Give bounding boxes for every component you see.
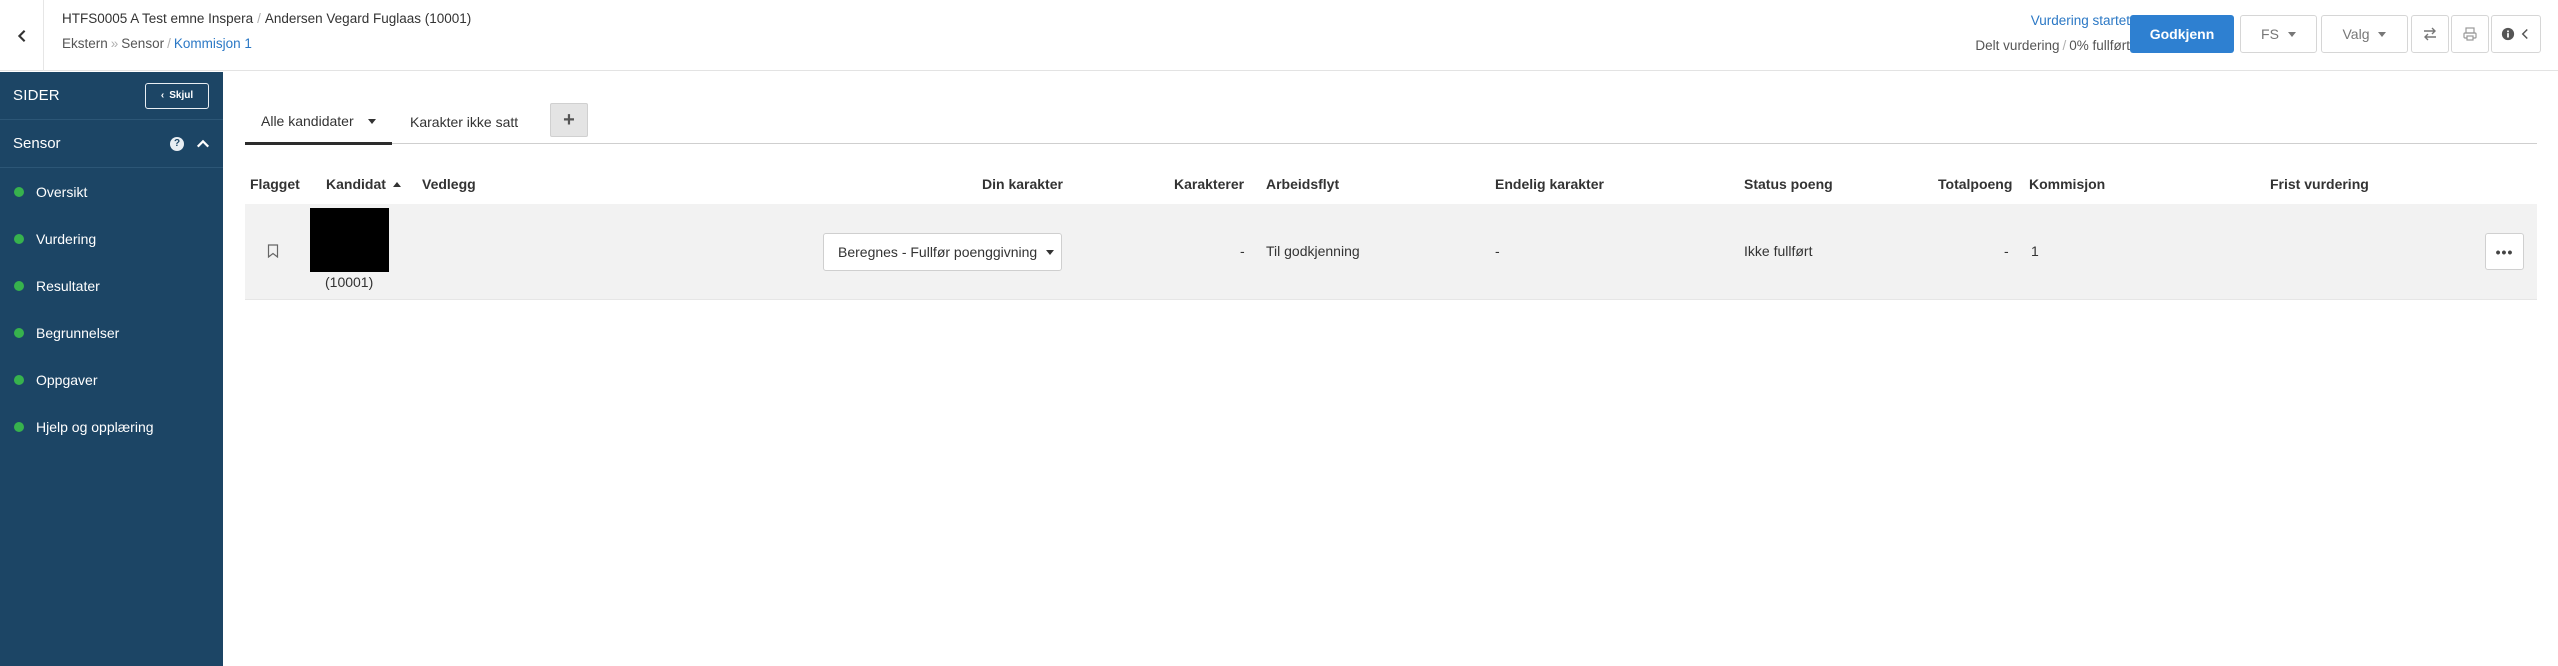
course-title: HTFS0005 A Test emne Inspera <box>62 11 254 26</box>
status-dot-icon <box>14 374 24 385</box>
candidate-name: Andersen Vegard Fuglaas (10001) <box>264 11 472 26</box>
candidate-id: (10001) <box>325 274 374 290</box>
sidebar-item-oppgaver[interactable]: Oppgaver <box>0 356 223 403</box>
sidebar-item-oversikt[interactable]: Oversikt <box>0 168 223 215</box>
progress-label: 0% fullført <box>2069 38 2130 53</box>
print-button[interactable] <box>2451 15 2489 53</box>
status-block: Vurdering startet Delt vurdering/0% full… <box>1975 13 2130 53</box>
breadcrumb-link[interactable]: Kommisjon 1 <box>174 36 252 51</box>
add-tab-button[interactable]: + <box>550 103 588 137</box>
section-title: Sensor <box>13 135 61 152</box>
chevron-left-icon <box>17 29 25 42</box>
caret-down-icon <box>1046 249 1055 255</box>
table-header: Flagget Kandidat Vedlegg Din karakter Ka… <box>245 164 2537 204</box>
tab-label: Alle kandidater <box>261 113 354 129</box>
table-row[interactable]: (10001) Beregnes - Fullfør poenggivning … <box>245 204 2537 300</box>
print-icon <box>2463 27 2477 41</box>
column-header-sorted[interactable]: Kandidat <box>326 164 401 204</box>
tab-label: Karakter ikke satt <box>410 114 519 130</box>
score-status-cell: Ikke fullført <box>1744 243 1813 259</box>
sidebar-item-resultater[interactable]: Resultater <box>0 262 223 309</box>
top-bar: HTFS0005 A Test emne Inspera / Andersen Ve… <box>0 0 2558 71</box>
final-grade-cell: - <box>1495 243 1500 259</box>
column-header[interactable]: Vedlegg <box>422 164 476 204</box>
title-line: HTFS0005 A Test emne Inspera / Andersen Ve… <box>62 11 472 26</box>
sidebar-item-label: Vurdering <box>36 230 97 247</box>
breadcrumb: Ekstern» Sensor / Kommisjon 1 <box>62 36 252 51</box>
tab-all-candidates[interactable]: Alle kandidater <box>245 100 392 145</box>
sidebar-item-label: Oversikt <box>36 183 88 200</box>
chevron-left-icon <box>2521 28 2528 40</box>
tab-bar: Alle kandidater Karakter ikke satt + <box>245 100 2537 145</box>
column-label: Kandidat <box>326 176 386 192</box>
shared-label: Delt vurdering <box>1975 38 2060 53</box>
column-header[interactable]: Flagget <box>250 164 300 204</box>
sidebar-title: SIDER <box>13 87 60 104</box>
status-dot-icon <box>14 280 24 291</box>
column-header[interactable]: Endelig karakter <box>1495 164 1604 204</box>
status-dot-icon <box>14 421 24 432</box>
sidebar-item-label: Oppgaver <box>36 371 98 388</box>
total-points-cell: - <box>2004 243 2009 259</box>
hide-sidebar-button[interactable]: ‹ Skjul <box>145 82 209 109</box>
column-header[interactable]: Din karakter <box>982 164 1063 204</box>
caret-down-icon <box>2378 31 2387 37</box>
column-header[interactable]: Karakterer <box>1174 164 1244 204</box>
sidebar-item-hjelp[interactable]: Hjelp og opplæring <box>0 403 223 450</box>
caret-down-icon[interactable] <box>367 118 376 124</box>
column-header[interactable]: Totalpoeng <box>1938 164 2012 204</box>
swap-icon <box>2424 27 2436 41</box>
status-dot-icon <box>14 327 24 338</box>
approve-button[interactable]: Godkjenn <box>2130 15 2234 53</box>
progress-status: Delt vurdering/0% fullført <box>1975 38 2130 53</box>
choose-dropdown[interactable]: Valg <box>2321 15 2408 53</box>
candidate-photo <box>310 208 389 272</box>
status-dot-icon <box>14 186 24 197</box>
commission-cell: 1 <box>2031 243 2039 259</box>
fs-label: FS <box>2261 26 2279 42</box>
sidebar-section-sensor[interactable]: Sensor ? <box>0 120 223 168</box>
status-link[interactable]: Vurdering startet <box>1975 13 2130 28</box>
chevron-left-icon: ‹ <box>160 90 165 101</box>
sidebar-item-vurdering[interactable]: Vurdering <box>0 215 223 262</box>
breadcrumb-item: Sensor <box>121 36 165 51</box>
workflow-cell: Til godkjenning <box>1266 243 1360 259</box>
sidebar-item-begrunnelser[interactable]: Begrunnelser <box>0 309 223 356</box>
sidebar-item-label: Resultater <box>36 277 100 294</box>
grade-dropdown[interactable]: Beregnes - Fullfør poenggivning <box>823 233 1062 271</box>
back-button[interactable] <box>0 0 44 71</box>
choose-label: Valg <box>2342 26 2370 42</box>
tab-grade-not-set[interactable]: Karakter ikke satt <box>394 100 534 144</box>
column-header[interactable]: Kommisjon <box>2029 164 2105 204</box>
grade-dropdown-value: Beregnes - Fullfør poenggivning <box>838 244 1038 260</box>
sidebar-header: SIDER ‹ Skjul <box>0 72 223 120</box>
sidebar-item-label: Begrunnelser <box>36 324 120 341</box>
plus-icon: + <box>563 108 575 131</box>
column-header[interactable]: Status poeng <box>1744 164 1833 204</box>
column-header[interactable]: Arbeidsflyt <box>1266 164 1339 204</box>
bookmark-icon[interactable] <box>267 244 279 258</box>
more-icon: ••• <box>2495 243 2514 260</box>
info-toggle-button[interactable] <box>2491 15 2541 53</box>
status-dot-icon <box>14 233 24 244</box>
sidebar: SIDER ‹ Skjul Sensor ? Oversikt Vurdering… <box>0 72 223 666</box>
chevron-up-icon[interactable] <box>196 137 210 151</box>
help-icon[interactable]: ? <box>170 136 184 151</box>
title-block: HTFS0005 A Test emne Inspera / Andersen Ve… <box>62 11 471 51</box>
breadcrumb-item: Ekstern <box>62 36 108 51</box>
info-icon <box>2501 27 2515 41</box>
caret-down-icon <box>2287 31 2296 37</box>
sidebar-item-label: Hjelp og opplæring <box>36 418 154 435</box>
column-header[interactable]: Frist vurdering <box>2270 164 2369 204</box>
hide-label: Skjul <box>169 90 194 101</box>
more-options-button[interactable]: ••• <box>2485 233 2524 270</box>
swap-button[interactable] <box>2411 15 2449 53</box>
sort-asc-icon <box>392 181 401 187</box>
fs-dropdown[interactable]: FS <box>2240 15 2317 53</box>
main-content: Alle kandidater Karakter ikke satt + Fla… <box>245 72 2537 666</box>
grades-cell: - <box>1240 243 1245 259</box>
